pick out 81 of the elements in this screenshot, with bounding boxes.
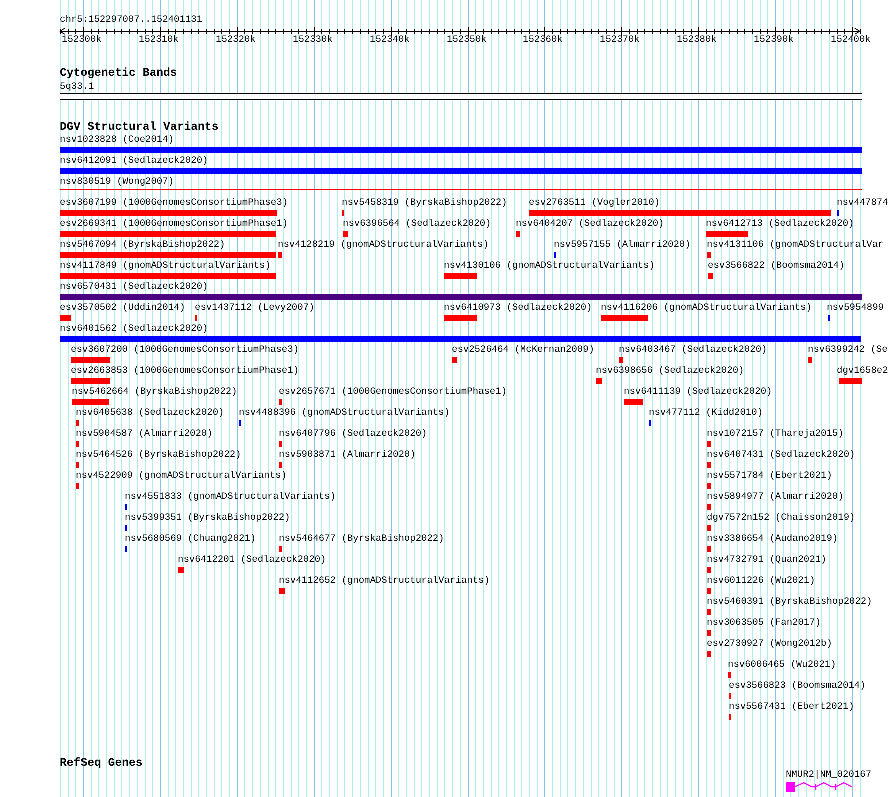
gene-model (786, 782, 853, 792)
feature-label: esv2663853 (1000GenomesConsortiumPhase1) (71, 365, 300, 376)
feature-label: nsv6410973 (Sedlazeck2020) (444, 302, 592, 313)
feature-label: nsv6006465 (Wu2021) (728, 659, 836, 670)
feature-label: nsv6404207 (Sedlazeck2020) (516, 218, 664, 229)
feature-label: nsv5571784 (Ebert2021) (707, 470, 832, 481)
feature-label: nsv830519 (Wong2007) (60, 176, 174, 187)
feature-label: nsv4522909 (gnomADStructuralVariants) (76, 470, 287, 481)
feature-label: nsv4128219 (gnomADStructuralVariants) (278, 239, 489, 250)
feature-label: nsv1072157 (Thareja2015) (707, 428, 844, 439)
feature-label: nsv4551833 (gnomADStructuralVariants) (125, 491, 336, 502)
tick-label: 152320k (216, 34, 256, 45)
feature-label: nsv6011226 (Wu2021) (707, 575, 816, 586)
feature-label: nsv6405638 (Sedlazeck2020) (76, 407, 224, 418)
feature-label: nsv4112652 (gnomADStructuralVariants) (279, 575, 490, 586)
tick-label: 152300k (62, 34, 102, 45)
track-title: DGV Structural Variants (60, 121, 219, 134)
feature-label: nsv6412713 (Sedlazeck2020) (706, 218, 854, 229)
location-label: chr5:152297007..152401131 (60, 14, 203, 25)
band-label: 5q33.1 (60, 81, 94, 92)
feature-label: nsv6412091 (Sedlazeck2020) (60, 155, 208, 166)
feature-label: nsv6403467 (Sedlazeck2020) (619, 344, 768, 355)
feature-label: esv2526464 (McKernan2009) (452, 344, 595, 355)
feature-label: nsv6399242 (Se (808, 344, 888, 355)
feature-label: nsv447874 (837, 197, 888, 208)
feature-label: nsv6398656 (Sedlazeck2020) (596, 365, 744, 376)
feature-label: nsv5894977 (Almarri2020) (707, 491, 844, 502)
feature-label: nsv6396564 (Sedlazeck2020) (343, 218, 492, 229)
feature-label: nsv4117849 (gnomADStructuralVariants) (60, 260, 271, 271)
tick-label: 152350k (447, 34, 487, 45)
feature-label: esv3570502 (Uddin2014) (60, 302, 186, 313)
feature-label: dgv7572n152 (Chaisson2019) (707, 512, 856, 523)
feature-label: nsv4488396 (gnomADStructuralVariants) (239, 407, 450, 418)
feature-label: nsv5460391 (ByrskaBishop2022) (707, 596, 872, 607)
feature-label: nsv5957155 (Almarri2020) (554, 239, 691, 250)
feature-label: nsv4130106 (gnomADStructuralVariants) (444, 260, 655, 271)
feature-label: nsv4116206 (gnomADStructuralVariants) (601, 302, 812, 313)
tick-label: 152370k (600, 34, 640, 45)
tick-label: 152340k (370, 34, 410, 45)
feature-label: esv3607200 (1000GenomesConsortiumPhase3) (71, 344, 300, 355)
feature-label: nsv5458319 (ByrskaBishop2022) (342, 197, 508, 208)
feature-label: esv3566823 (Boomsma2014) (729, 680, 866, 691)
tick-label: 152360k (523, 34, 563, 45)
tick-label: 152380k (677, 34, 717, 45)
feature-label: nsv6407796 (Sedlazeck2020) (279, 428, 428, 439)
feature-label: nsv5567431 (Ebert2021) (729, 701, 854, 712)
tick-label: 152330k (293, 34, 333, 45)
feature-label: esv1437112 (Levy2007) (195, 302, 315, 313)
feature-label: nsv3386654 (Audano2019) (707, 533, 838, 544)
feature-label: nsv6570431 (Sedlazeck2020) (60, 281, 208, 292)
feature-label: esv2730927 (Wong2012b) (707, 638, 832, 649)
tick-label: 152390k (754, 34, 794, 45)
feature-label: nsv5399351 (ByrskaBishop2022) (125, 512, 290, 523)
feature-label: nsv1023828 (Coe2014) (60, 134, 174, 145)
feature-label: nsv6407431 (Sedlazeck2020) (707, 449, 856, 460)
feature-label: nsv477112 (Kidd2010) (649, 407, 764, 418)
feature-label: nsv5954899 (827, 302, 884, 313)
feature-label: nsv6401562 (Sedlazeck2020) (60, 323, 208, 334)
feature-label: esv2763511 (Vogler2010) (529, 197, 660, 208)
feature-label: esv2669341 (1000GenomesConsortiumPhase1) (60, 218, 288, 229)
feature-label: nsv5467094 (ByrskaBishop2022) (60, 239, 226, 250)
tick-label: 152400k (831, 34, 871, 45)
feature-label: dgv1658e2 (837, 365, 888, 376)
feature-label: nsv5904587 (Almarri2020) (76, 428, 213, 439)
feature-label: esv2657671 (1000GenomesConsortiumPhase1) (279, 386, 508, 397)
feature-label: nsv5462664 (ByrskaBishop2022) (72, 386, 238, 397)
feature-label: nsv5464677 (ByrskaBishop2022) (279, 533, 444, 544)
feature-label: nsv5680569 (Chuang2021) (125, 533, 256, 544)
feature-label: nsv4732791 (Quan2021) (707, 554, 827, 565)
feature-label: nsv3063505 (Fan2017) (707, 617, 822, 628)
feature-label: esv3607199 (1000GenomesConsortiumPhase3) (60, 197, 288, 208)
track-title: Cytogenetic Bands (60, 67, 178, 80)
feature-label: nsv6412201 (Sedlazeck2020) (178, 554, 326, 565)
feature-label: esv3566822 (Boomsma2014) (708, 260, 845, 271)
feature-label: nsv6411139 (Sedlazeck2020) (624, 386, 772, 397)
track-title: RefSeq Genes (60, 757, 143, 770)
feature-label: nsv5464526 (ByrskaBishop2022) (76, 449, 242, 460)
gene-label: NMUR2|NM_020167 (786, 769, 872, 780)
feature-label: nsv5903871 (Almarri2020) (279, 449, 416, 460)
feature-label: nsv4131106 (gnomADStructuralVar (707, 239, 884, 250)
tick-label: 152310k (139, 34, 179, 45)
